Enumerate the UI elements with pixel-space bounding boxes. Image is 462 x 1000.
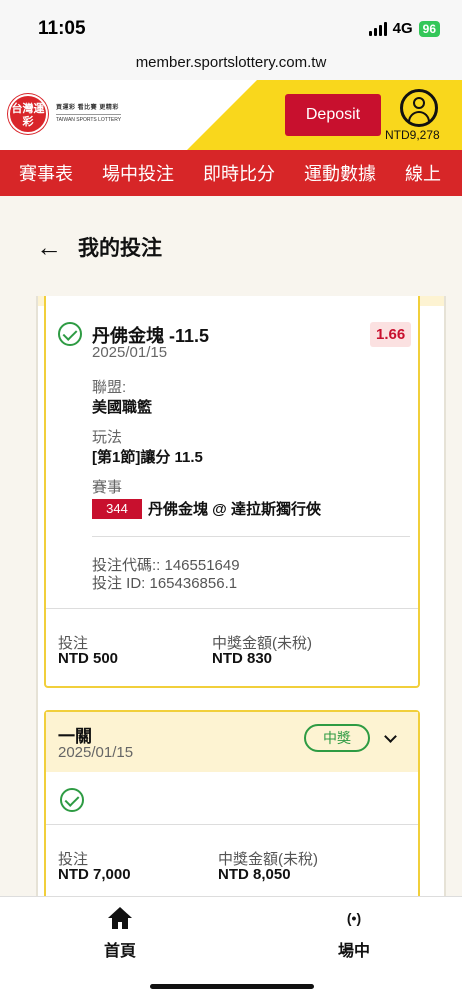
league-value: 美國職籃 [92,399,153,416]
status-time: 11:05 [38,18,86,39]
bet-list: 丹佛金塊 -11.5 2025/01/15 1.66 聯盟: 美國職籃 玩法 [… [36,296,446,896]
tab-home[interactable]: 首頁 [80,907,160,961]
site-header: 台灣運彩 買運彩 看比賽 更精彩 TAIWAN SPORTS LOTTERY D… [0,80,462,150]
tab-home-label: 首頁 [103,943,136,960]
tab-live[interactable]: (•) 場中 [314,907,394,961]
divider [46,608,418,609]
stake-value: NTD 500 [58,650,119,667]
divider [92,536,410,537]
deposit-button[interactable]: Deposit [285,94,381,136]
check-circle-icon [58,322,82,346]
bet-card-header[interactable]: 一關 2025/01/15 中獎 [46,712,418,772]
nav-item-live-scores[interactable]: 即時比分 [184,160,285,186]
brand-logo[interactable]: 台灣運彩 [8,94,48,134]
event-name: 丹佛金塊 @ 達拉斯獨行俠 [148,501,321,518]
signal-icon [368,21,387,36]
event-label: 賽事 [92,479,123,496]
tab-live-label: 場中 [337,943,370,960]
market-value: [第1節]讓分 11.5 [92,449,203,466]
bet-date: 2025/01/15 [92,344,168,361]
account-icon[interactable] [400,89,438,127]
back-arrow-icon[interactable]: ← [36,234,62,260]
odds-badge: 1.66 [370,322,412,347]
payout-value: NTD 8,050 [218,866,291,883]
bet-card[interactable]: 一關 2025/01/15 中獎 投注 NTD 7,000 中獎金額(未稅) N… [44,710,420,896]
battery-icon: 96 [418,20,440,37]
event-row: 344 丹佛金塊 @ 達拉斯獨行俠 [92,498,321,519]
brand-tagline-cn: 買運彩 看比賽 更精彩 [56,105,119,111]
event-number-badge: 344 [92,498,142,519]
brand-tagline: 買運彩 看比賽 更精彩 TAIWAN SPORTS LOTTERY [56,102,122,123]
status-bar: 11:05 4G 96 [0,0,462,50]
main-nav: 賽事表 場中投注 即時比分 運動數據 線上 [0,150,462,196]
market-label: 玩法 [92,429,123,446]
bet-id: 投注 ID: 165436856.1 [92,575,238,592]
home-indicator [150,984,314,989]
check-circle-icon [60,788,84,812]
bet-date: 2025/01/15 [58,744,134,761]
page-header: ← 我的投注 [36,232,162,262]
league-label: 聯盟: [92,379,127,396]
account-balance: NTD9,278 [385,128,440,142]
nav-item-live-betting[interactable]: 場中投注 [83,160,184,186]
nav-item-stats[interactable]: 運動數據 [285,160,386,186]
nav-item-online[interactable]: 線上 [386,160,451,186]
nav-item-schedule[interactable]: 賽事表 [0,160,83,186]
network-type: 4G [392,20,413,37]
live-broadcast-icon: (•) [346,910,362,926]
page-title: 我的投注 [78,237,162,260]
divider [46,824,418,825]
browser-url-bar[interactable]: member.sportslottery.com.tw [0,50,462,80]
stake-value: NTD 7,000 [58,866,131,883]
home-icon [108,907,132,929]
status-indicators: 4G 96 [368,20,440,37]
status-badge: 中獎 [304,724,370,752]
chevron-down-icon[interactable] [384,730,397,743]
bet-card: 丹佛金塊 -11.5 2025/01/15 1.66 聯盟: 美國職籃 玩法 [… [44,296,420,688]
payout-value: NTD 830 [212,650,273,667]
brand-tagline-en: TAIWAN SPORTS LOTTERY [56,114,122,123]
